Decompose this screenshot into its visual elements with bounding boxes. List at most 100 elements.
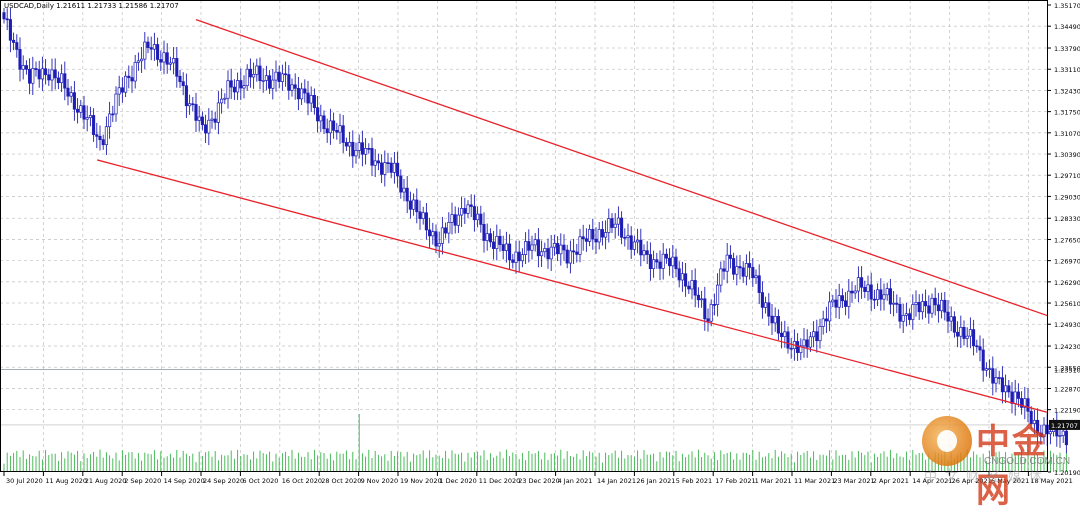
candle-bull — [691, 280, 693, 289]
candle-bear — [992, 369, 994, 384]
candle-bear — [64, 74, 66, 88]
x-tick-label: 6 Oct 2020 — [242, 477, 278, 485]
candle-bear — [332, 121, 334, 131]
candle-bear — [1036, 420, 1038, 433]
candle-bull — [921, 301, 923, 311]
price-chart[interactable]: 1.351701.344901.337901.331101.324301.317… — [0, 0, 1080, 490]
candle-bull — [252, 74, 254, 77]
candle-bear — [748, 263, 750, 267]
candle-bear — [92, 115, 94, 134]
candle-bear — [816, 332, 818, 341]
grid — [0, 0, 1048, 472]
candle-bull — [457, 215, 459, 225]
x-tick-label: 2 Apr 2021 — [873, 477, 909, 485]
x-tick-label: 5 Feb 2021 — [676, 477, 712, 485]
candle-bear — [1011, 392, 1013, 404]
candle-bull — [1004, 386, 1006, 392]
candle-bear — [336, 130, 338, 132]
candle-bear — [835, 300, 837, 307]
y-tick-label: 1.26290 — [1054, 279, 1080, 287]
candle-bear — [796, 341, 798, 352]
candle-bear — [112, 114, 114, 115]
candle-bear — [572, 251, 574, 252]
candle-bear — [230, 81, 232, 87]
candle-bear — [16, 42, 18, 49]
candle-bear — [9, 20, 11, 41]
candle-bull — [393, 163, 395, 172]
candle-bear — [976, 346, 978, 347]
candle-bull — [153, 44, 155, 49]
candle-bull — [985, 369, 987, 371]
candle-bear — [768, 303, 770, 316]
x-tick-label: 17 Feb 2021 — [715, 477, 755, 485]
candle-bull — [681, 274, 683, 280]
candle-bull — [832, 300, 834, 302]
candle-bull — [662, 254, 664, 268]
candle-bear — [6, 19, 8, 20]
candle-bear — [556, 243, 558, 253]
candle-bear — [780, 333, 782, 337]
candle-bull — [912, 305, 914, 320]
candle-bear — [179, 76, 181, 81]
candle-bull — [812, 332, 814, 337]
candle-bear — [464, 208, 466, 213]
candle-bull — [41, 69, 43, 79]
candle-bear — [316, 108, 318, 121]
candle-bear — [732, 259, 734, 275]
candles — [3, 8, 1068, 454]
trend-channel[interactable] — [97, 20, 1048, 413]
candle-bull — [784, 332, 786, 337]
candle-bull — [300, 89, 302, 99]
candle-bull — [1033, 420, 1035, 423]
candle-bear — [595, 239, 597, 242]
candle-bear — [259, 66, 261, 81]
candle-bear — [201, 117, 203, 125]
candle-bear — [377, 161, 379, 163]
candle-bear — [908, 314, 910, 320]
chart-area[interactable]: 1.351701.344901.337901.331101.324301.317… — [0, 0, 1080, 490]
candle-bear — [841, 296, 843, 301]
candle-bear — [896, 303, 898, 304]
candle-bull — [339, 126, 341, 132]
y-tick-label: 1.25610 — [1054, 300, 1080, 308]
candle-bull — [364, 148, 366, 154]
candle-bull — [448, 222, 450, 233]
candle-bull — [256, 66, 258, 74]
candle-bear — [54, 70, 56, 78]
candle-bear — [444, 228, 446, 233]
candle-bull — [246, 69, 248, 85]
candle-bear — [694, 280, 696, 295]
candle-bull — [988, 369, 990, 370]
candle-bull — [755, 276, 757, 278]
candle-bull — [950, 317, 952, 321]
candle-bull — [643, 251, 645, 255]
axes: 1.351701.344901.337901.331101.324301.317… — [1, 1, 1080, 486]
candle-bear — [592, 229, 594, 239]
candle-bull — [966, 336, 968, 338]
candle-bear — [739, 267, 741, 268]
candle-bear — [611, 219, 613, 228]
x-tick-label: 30 Jul 2020 — [6, 477, 43, 485]
candle-bear — [889, 289, 891, 305]
candle-bull — [716, 285, 718, 304]
candle-bull — [144, 42, 146, 59]
candle-bull — [560, 245, 562, 254]
candle-bull — [867, 285, 869, 292]
candle-bear — [787, 332, 789, 348]
candle-bull — [89, 115, 91, 117]
candle-bear — [777, 316, 779, 333]
candle-bull — [272, 80, 274, 88]
candle-bull — [438, 243, 440, 246]
candle-bull — [857, 278, 859, 291]
candle-bear — [704, 299, 706, 319]
candle-bull — [329, 121, 331, 133]
candle-bear — [396, 163, 398, 176]
candle-bear — [204, 125, 206, 133]
candle-bull — [115, 94, 117, 114]
candle-bull — [995, 378, 997, 384]
x-tick-label: 23 Mar 2021 — [833, 477, 874, 485]
candle-bear — [368, 148, 370, 149]
candle-bear — [1040, 433, 1042, 437]
candle-bull — [108, 114, 110, 127]
candle-bull — [521, 255, 523, 261]
